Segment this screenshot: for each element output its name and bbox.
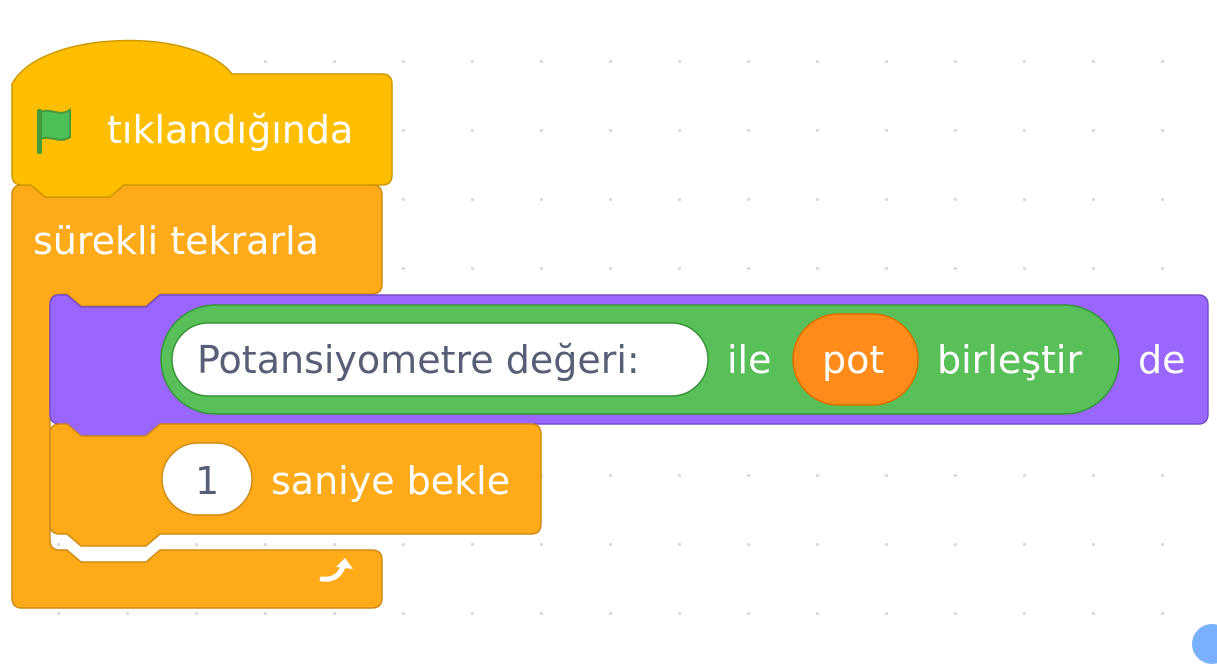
forever-label: sürekli tekrarla	[33, 219, 319, 263]
wait-seconds-value: 1	[195, 459, 219, 503]
say-label: de	[1138, 338, 1186, 382]
wait-block[interactable]: 1 saniye bekle	[49, 423, 542, 547]
join-input-1-text: Potansiyometre değeri:	[197, 338, 640, 382]
wait-label: saniye bekle	[271, 459, 510, 503]
pot-variable-label: pot	[822, 338, 884, 382]
join-middle-label: ile	[727, 338, 772, 382]
say-block[interactable]: Potansiyometre değeri: ile pot birleştir…	[49, 294, 1209, 437]
when-flag-clicked-block[interactable]: tıklandığında	[11, 39, 393, 198]
join-end-label: birleştir	[937, 338, 1082, 382]
join-reporter[interactable]: Potansiyometre değeri: ile pot birleştir	[160, 304, 1120, 415]
scripts-workspace[interactable]: sürekli tekrarla tıklandığında Potansiyo…	[0, 0, 1217, 664]
hat-label: tıklandığında	[107, 108, 353, 152]
